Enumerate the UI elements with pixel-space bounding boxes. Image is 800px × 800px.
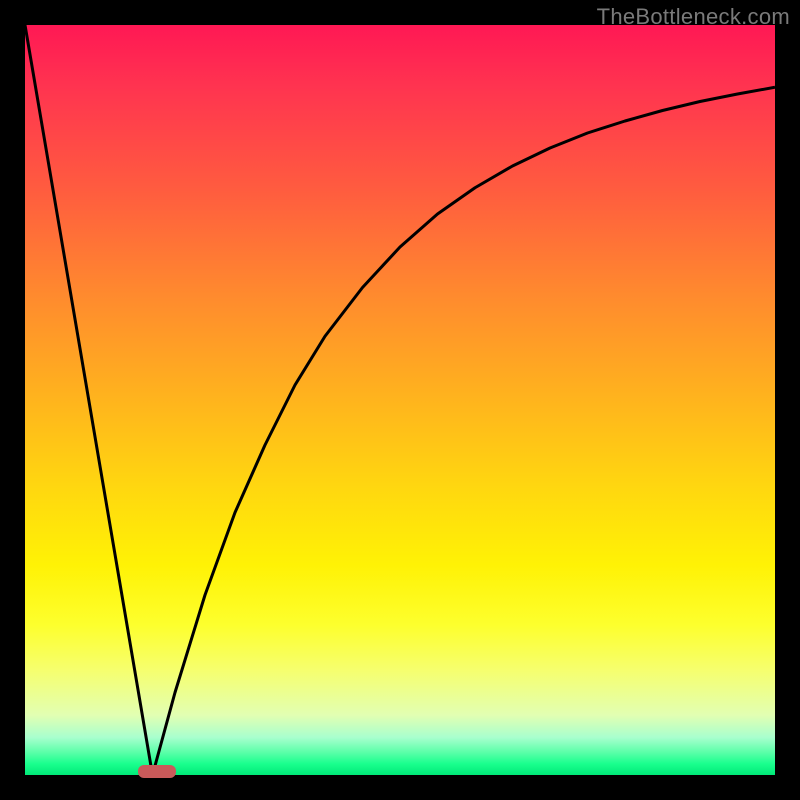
chart-frame: TheBottleneck.com xyxy=(0,0,800,800)
optimum-marker xyxy=(138,765,176,778)
plot-area xyxy=(25,25,775,775)
curve-path xyxy=(25,25,775,775)
bottleneck-curve xyxy=(25,25,775,775)
watermark-text: TheBottleneck.com xyxy=(597,4,790,30)
